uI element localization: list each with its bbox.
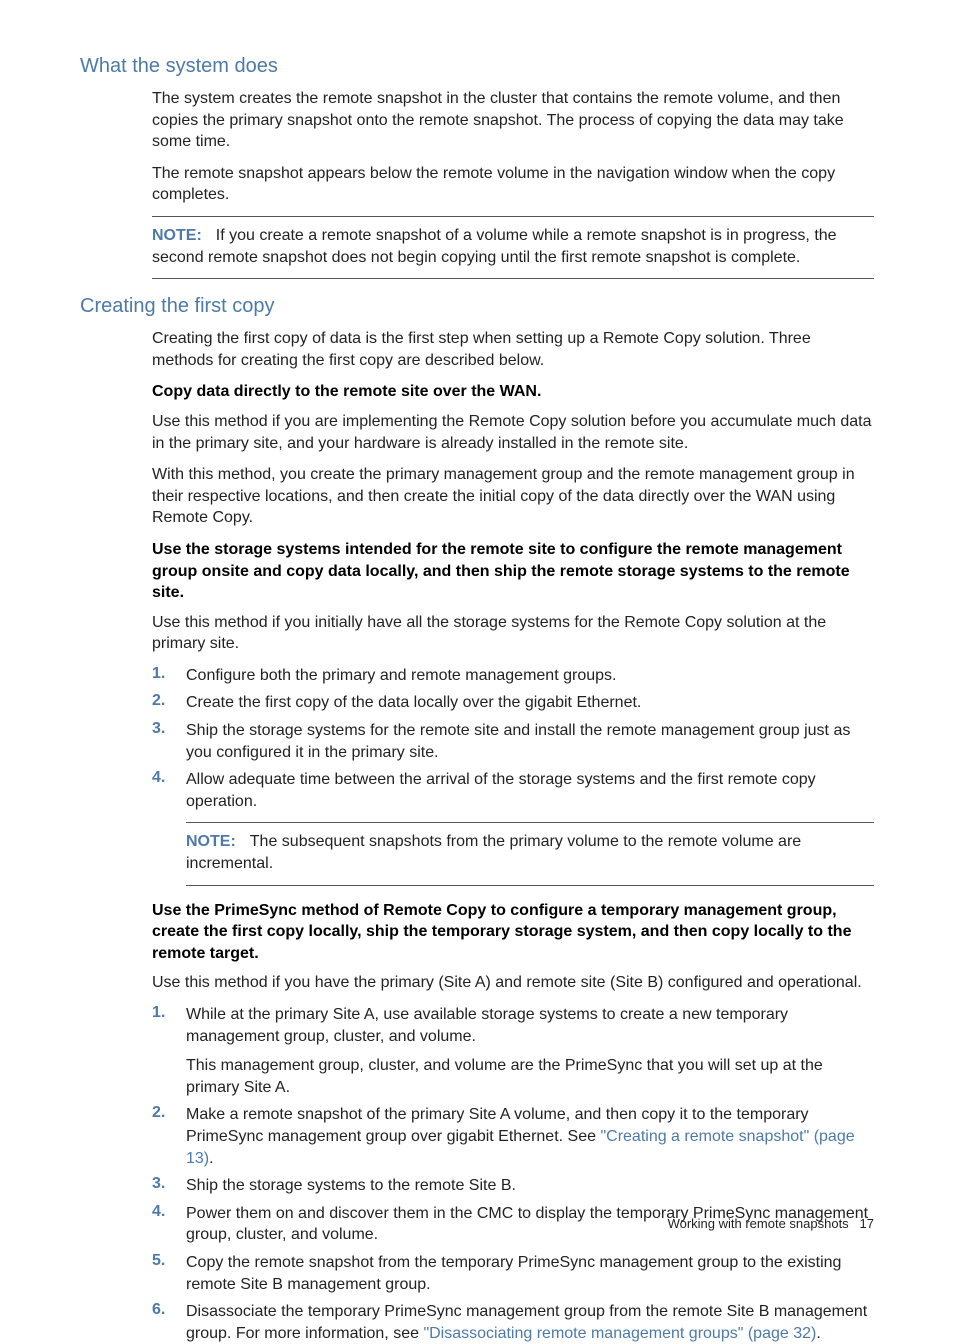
note-label: NOTE:: [152, 227, 202, 244]
list-text-part: While at the primary Site A, use availab…: [186, 1006, 788, 1045]
list-number: 2.: [152, 1104, 186, 1122]
list-text: Configure both the primary and remote ma…: [186, 665, 616, 687]
list-number: 4.: [152, 769, 186, 787]
note-box: NOTE:If you create a remote snapshot of …: [152, 216, 874, 279]
link-disassociating-groups[interactable]: "Disassociating remote management groups…: [423, 1325, 816, 1342]
list-item: 3. Ship the storage systems to the remot…: [152, 1175, 874, 1197]
list-number: 1.: [152, 1004, 186, 1022]
list-text: Ship the storage systems to the remote S…: [186, 1175, 516, 1197]
body-text: Use this method if you are implementing …: [152, 411, 874, 454]
list-text: Copy the remote snapshot from the tempor…: [186, 1252, 874, 1295]
body-text: Creating the first copy of data is the f…: [152, 328, 874, 371]
heading-creating-first-copy: Creating the first copy: [80, 295, 874, 318]
body-text: The remote snapshot appears below the re…: [152, 163, 874, 206]
list-sub-text: This management group, cluster, and volu…: [186, 1055, 874, 1098]
list-item: 4. Allow adequate time between the arriv…: [152, 769, 874, 812]
page-number: 17: [860, 1216, 874, 1231]
list-number: 4.: [152, 1203, 186, 1221]
note-body: The subsequent snapshots from the primar…: [186, 833, 801, 872]
list-text: Make a remote snapshot of the primary Si…: [186, 1104, 874, 1169]
page-footer: Working with remote snapshots 17: [668, 1216, 874, 1231]
list-text: Ship the storage systems for the remote …: [186, 720, 874, 763]
heading-what-system-does: What the system does: [80, 55, 874, 78]
list-item: 5. Copy the remote snapshot from the tem…: [152, 1252, 874, 1295]
note-text: NOTE:If you create a remote snapshot of …: [152, 225, 874, 268]
list-text-part: .: [816, 1325, 820, 1342]
list-item: 2. Create the first copy of the data loc…: [152, 692, 874, 714]
list-item: 3. Ship the storage systems for the remo…: [152, 720, 874, 763]
list-text: Create the first copy of the data locall…: [186, 692, 641, 714]
list-number: 3.: [152, 720, 186, 738]
content-block: Creating the first copy of data is the f…: [80, 328, 874, 1344]
method-title: Use the storage systems intended for the…: [152, 539, 874, 604]
method-title: Use the PrimeSync method of Remote Copy …: [152, 900, 874, 965]
list-number: 2.: [152, 692, 186, 710]
content-block: The system creates the remote snapshot i…: [80, 88, 874, 279]
section-creating-first-copy: Creating the first copy Creating the fir…: [80, 295, 874, 1344]
list-item: 1. While at the primary Site A, use avai…: [152, 1004, 874, 1098]
method-title: Copy data directly to the remote site ov…: [152, 381, 874, 403]
list-number: 1.: [152, 665, 186, 683]
list-item: 2. Make a remote snapshot of the primary…: [152, 1104, 874, 1169]
list-text: Allow adequate time between the arrival …: [186, 769, 874, 812]
list-number: 3.: [152, 1175, 186, 1193]
list-number: 6.: [152, 1301, 186, 1319]
ordered-list: 1. Configure both the primary and remote…: [152, 665, 874, 813]
body-text: Use this method if you initially have al…: [152, 612, 874, 655]
body-text: With this method, you create the primary…: [152, 464, 874, 529]
note-text: NOTE:The subsequent snapshots from the p…: [186, 831, 874, 874]
note-body: If you create a remote snapshot of a vol…: [152, 227, 837, 266]
ordered-list: 1. While at the primary Site A, use avai…: [152, 1004, 874, 1344]
list-text: While at the primary Site A, use availab…: [186, 1004, 874, 1098]
body-text: Use this method if you have the primary …: [152, 972, 874, 994]
note-label: NOTE:: [186, 833, 236, 850]
list-item: 6. Disassociate the temporary PrimeSync …: [152, 1301, 874, 1344]
list-text: Disassociate the temporary PrimeSync man…: [186, 1301, 874, 1344]
note-box: NOTE:The subsequent snapshots from the p…: [186, 822, 874, 885]
footer-text: Working with remote snapshots: [668, 1216, 849, 1231]
body-text: The system creates the remote snapshot i…: [152, 88, 874, 153]
list-number: 5.: [152, 1252, 186, 1270]
section-what-system-does: What the system does The system creates …: [80, 55, 874, 279]
list-item: 1. Configure both the primary and remote…: [152, 665, 874, 687]
list-text-part: .: [209, 1150, 213, 1167]
